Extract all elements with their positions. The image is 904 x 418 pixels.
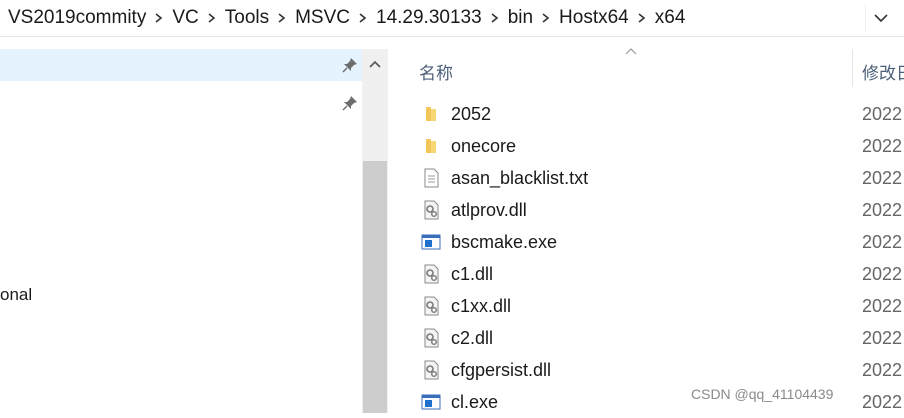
file-row-c1-dll[interactable]: c1.dll 2022 xyxy=(389,258,904,290)
nav-scrollbar[interactable] xyxy=(362,49,388,413)
file-date: 2022 xyxy=(862,360,903,380)
column-header-name[interactable]: 名称 xyxy=(419,59,453,84)
chevron-up-icon xyxy=(369,60,381,68)
file-row-bscmake-exe[interactable]: bscmake.exe 2022 xyxy=(389,226,904,258)
breadcrumb-item-x64[interactable]: x64 xyxy=(653,7,688,29)
chevron-down-icon xyxy=(874,13,888,22)
file-date: 2022 xyxy=(862,168,903,188)
dll-file-icon xyxy=(424,328,439,348)
file-name: c2.dll xyxy=(451,328,494,348)
breadcrumb-item-tools[interactable]: Tools xyxy=(223,7,271,29)
breadcrumb-item-vs2019commity[interactable]: VS2019commity xyxy=(6,7,148,29)
pin-icon[interactable] xyxy=(342,57,358,73)
nav-item-label[interactable]: onal xyxy=(0,285,32,305)
dll-file-icon xyxy=(424,296,439,316)
file-row-c1xx-dll[interactable]: c1xx.dll 2022 xyxy=(389,290,904,322)
exe-file-icon xyxy=(421,234,441,250)
file-row-cfgpersist-dll[interactable]: cfgpersist.dll 2022 xyxy=(389,354,904,386)
file-name: cfgpersist.dll xyxy=(451,360,552,380)
text-file-icon xyxy=(424,168,439,188)
file-list: 名称 修改日 2052 2022 onecore 2022 asan_black… xyxy=(389,48,904,413)
file-date: 2022 xyxy=(862,328,903,348)
file-date: 2022 xyxy=(862,104,903,124)
watermark: CSDN @qq_41104439 xyxy=(691,386,834,402)
file-date: 2022 xyxy=(862,264,903,284)
file-name: atlprov.dll xyxy=(451,200,527,220)
file-date: 2022 xyxy=(862,136,903,156)
breadcrumb-item-msvc[interactable]: MSVC xyxy=(293,7,352,29)
folder-icon xyxy=(426,139,436,153)
file-name: onecore xyxy=(451,136,517,156)
file-row-c2-dll[interactable]: c2.dll 2022 xyxy=(389,322,904,354)
breadcrumb-item-vc[interactable]: VC xyxy=(170,7,200,29)
breadcrumb: VS2019commity VC Tools MSVC 14.29.30133 … xyxy=(0,0,687,36)
list-header: 名称 修改日 xyxy=(389,48,904,87)
file-date: 2022 xyxy=(862,232,903,252)
nav-item-pinned-2[interactable] xyxy=(0,87,362,119)
chevron-right-icon[interactable] xyxy=(484,13,506,23)
dll-file-icon xyxy=(424,200,439,220)
file-name: 2052 xyxy=(451,104,492,124)
scroll-up-button[interactable] xyxy=(362,49,388,79)
navigation-pane: onal xyxy=(0,37,362,413)
exe-file-icon xyxy=(421,394,441,410)
chevron-right-icon[interactable] xyxy=(148,13,170,23)
breadcrumb-item-version[interactable]: 14.29.30133 xyxy=(374,7,484,29)
chevron-right-icon[interactable] xyxy=(631,13,653,23)
dll-file-icon xyxy=(424,264,439,284)
file-date: 2022 xyxy=(862,296,903,316)
file-name: c1xx.dll xyxy=(451,296,512,316)
pin-icon[interactable] xyxy=(342,95,358,111)
file-name: cl.exe xyxy=(451,392,499,412)
column-header-date[interactable]: 修改日 xyxy=(862,59,904,84)
file-row-onecore[interactable]: onecore 2022 xyxy=(389,130,904,162)
sort-ascending-icon xyxy=(625,48,637,55)
file-row-atlprov-dll[interactable]: atlprov.dll 2022 xyxy=(389,194,904,226)
address-bar[interactable]: VS2019commity VC Tools MSVC 14.29.30133 … xyxy=(0,0,904,37)
chevron-right-icon[interactable] xyxy=(535,13,557,23)
chevron-right-icon[interactable] xyxy=(352,13,374,23)
dll-file-icon xyxy=(424,360,439,380)
nav-item-pinned-1[interactable] xyxy=(0,49,362,81)
file-date: 2022 xyxy=(862,200,903,220)
scrollbar-thumb[interactable] xyxy=(363,161,387,413)
folder-icon xyxy=(426,107,436,121)
breadcrumb-item-bin[interactable]: bin xyxy=(506,7,535,29)
file-name: bscmake.exe xyxy=(451,232,558,252)
chevron-right-icon[interactable] xyxy=(201,13,223,23)
file-row-2052[interactable]: 2052 2022 xyxy=(389,98,904,130)
file-name: c1.dll xyxy=(451,264,494,284)
address-history-dropdown[interactable] xyxy=(865,4,896,32)
file-date: 2022 xyxy=(862,392,903,412)
breadcrumb-item-hostx64[interactable]: Hostx64 xyxy=(557,7,631,29)
file-row-asan-blacklist[interactable]: asan_blacklist.txt 2022 xyxy=(389,162,904,194)
file-name: asan_blacklist.txt xyxy=(451,168,589,188)
chevron-right-icon[interactable] xyxy=(271,13,293,23)
column-divider[interactable] xyxy=(852,49,853,87)
